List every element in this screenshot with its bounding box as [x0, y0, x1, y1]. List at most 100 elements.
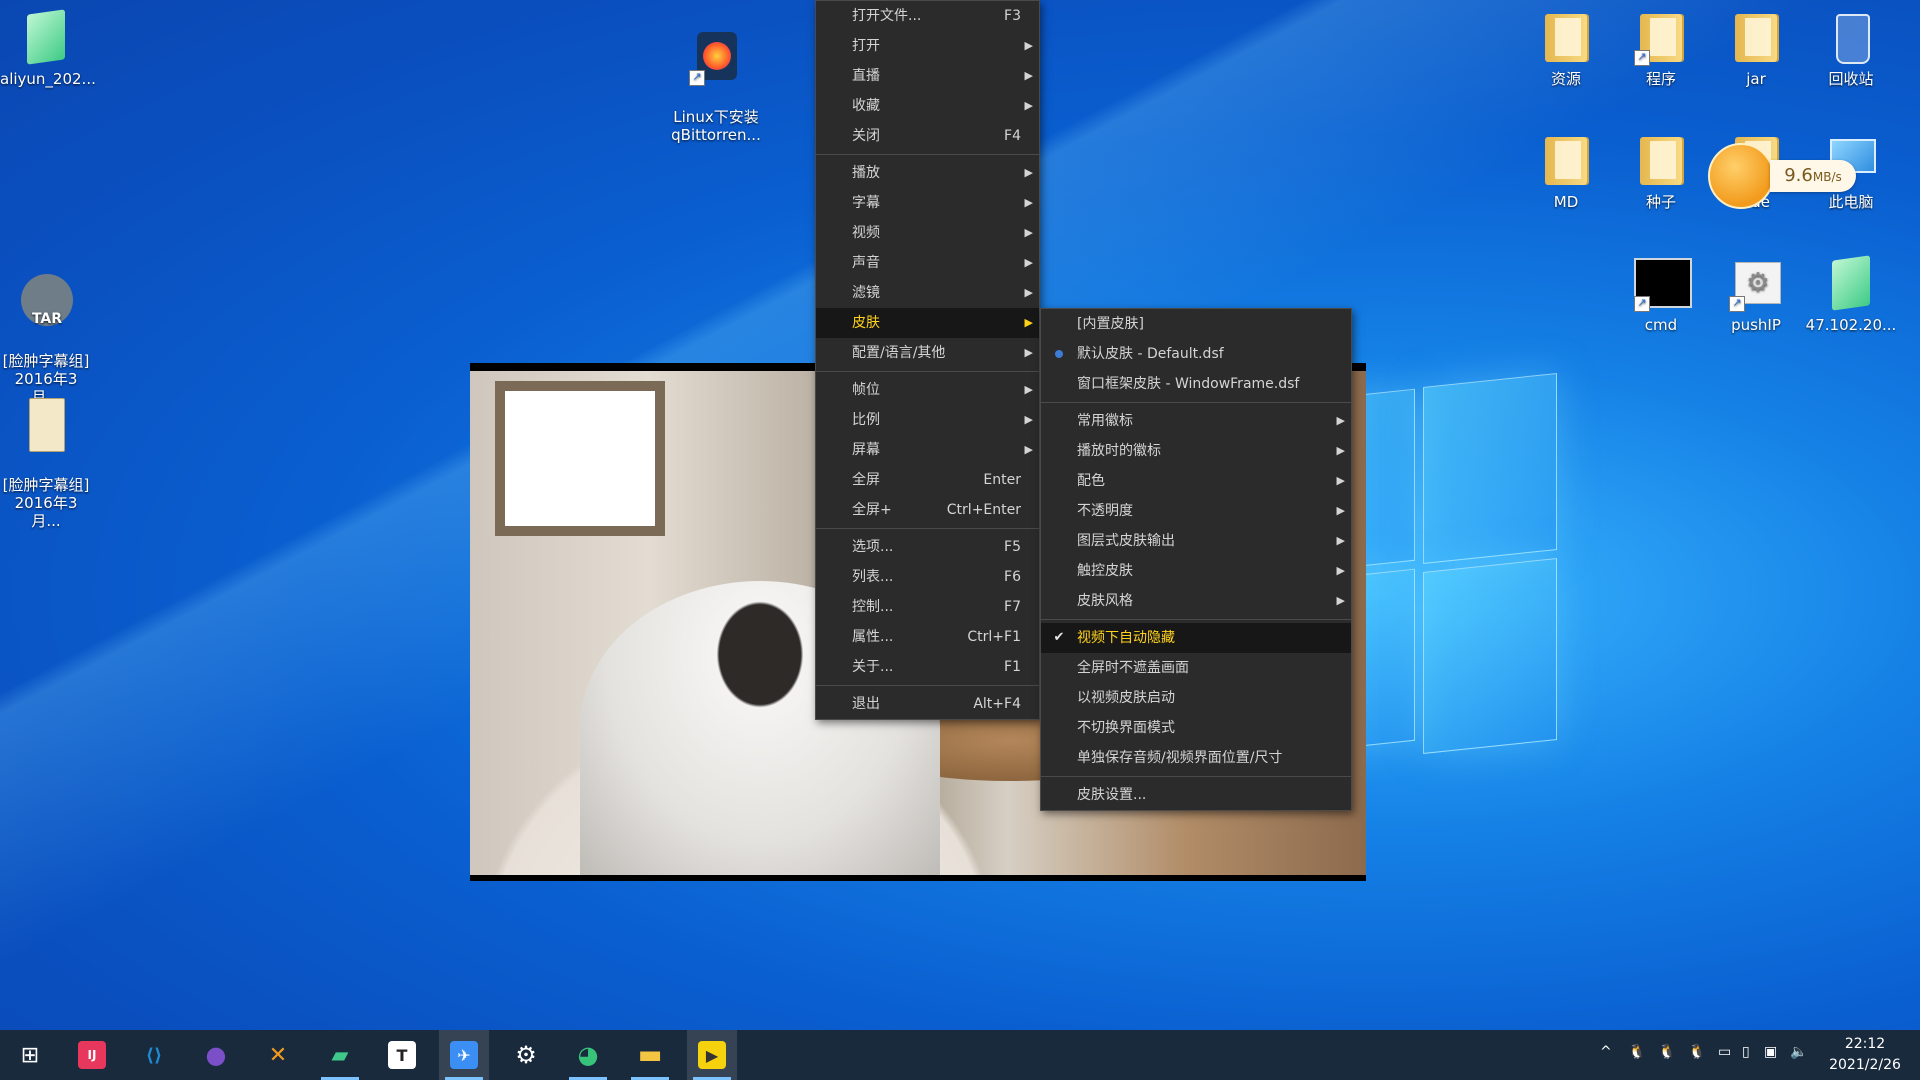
pen-icon[interactable]: ▯ [1742, 1044, 1750, 1060]
video-window-frame [495, 381, 665, 536]
menu-item-config-language-other[interactable]: 配置/语言/其他 ▶ [816, 338, 1039, 368]
desktop-icon-recycle-bin[interactable]: 回收站 [1805, 8, 1897, 88]
taskbar-app-browser[interactable]: ◕ [563, 1030, 613, 1080]
menu-item-label: 屏幕 [852, 442, 880, 458]
submenu-arrow-icon: ▶ [1336, 564, 1345, 577]
desktop-icon-torrents[interactable]: 种子 [1615, 131, 1707, 211]
taskbar-app-xshell[interactable]: ✕ [253, 1030, 303, 1080]
qq-tray-icon[interactable]: 🐧 [1628, 1044, 1645, 1060]
skin-item-skin-settings[interactable]: 皮肤设置... [1041, 780, 1351, 810]
skin-item-builtin-skins[interactable]: [内置皮肤] [1041, 309, 1351, 339]
menu-item-label: 打开文件... [852, 8, 922, 24]
desktop-icon-label: MD [1553, 193, 1579, 211]
menu-item-audio[interactable]: 声音 ▶ [816, 248, 1039, 278]
menu-item-fullscreen[interactable]: 全屏 Enter [816, 465, 1039, 495]
menu-item-open[interactable]: 打开 ▶ [816, 31, 1039, 61]
menu-shortcut: F7 [1004, 599, 1021, 615]
menu-item-label: 全屏时不遮盖画面 [1077, 660, 1189, 676]
menu-separator [1041, 619, 1351, 620]
clock[interactable]: 22:12 2021/2/26 [1820, 1034, 1910, 1076]
menu-item-options[interactable]: 选项... F5 [816, 532, 1039, 562]
menu-item-label: 退出 [852, 696, 880, 712]
system-tray: ^ 🐧 🐧 🐧 ▭ ▯ ▣ 🔈 22:12 2021/2/26 [1600, 1030, 1920, 1080]
skin-item-no-cover-fullscreen[interactable]: 全屏时不遮盖画面 [1041, 653, 1351, 683]
menu-item-video[interactable]: 视频 ▶ [816, 218, 1039, 248]
desktop-icon-resources[interactable]: 资源 [1520, 8, 1612, 88]
skin-item-start-with-video-skin[interactable]: 以视频皮肤启动 [1041, 683, 1351, 713]
menu-item-subtitles[interactable]: 字幕 ▶ [816, 188, 1039, 218]
desktop-icon-programs[interactable]: ↗ 程序 [1615, 8, 1707, 88]
desktop-icon-puship[interactable]: ⚙ ↗ pushIP [1710, 254, 1802, 334]
skin-item-color-scheme[interactable]: 配色 ▶ [1041, 466, 1351, 496]
submenu-arrow-icon: ▶ [1336, 594, 1345, 607]
menu-separator [816, 154, 1039, 155]
skin-item-playback-logo[interactable]: 播放时的徽标 ▶ [1041, 436, 1351, 466]
desktop-icon-aliyun[interactable]: aliyun_202... [0, 8, 96, 88]
menu-shortcut: F4 [1004, 128, 1021, 144]
qq-tray-icon[interactable]: 🐧 [1688, 1044, 1705, 1060]
volume-icon[interactable]: 🔈 [1790, 1044, 1807, 1060]
skin-submenu: [内置皮肤] 默认皮肤 - Default.dsf 窗口框架皮肤 - Windo… [1040, 308, 1352, 811]
desktop-icon-jar[interactable]: jar [1710, 8, 1802, 88]
menu-item-label: 比例 [852, 412, 880, 428]
battery-icon[interactable]: ▭ [1718, 1044, 1731, 1060]
taskbar-app-vscode[interactable]: ⟨⟩ [129, 1030, 179, 1080]
skin-item-common-logo[interactable]: 常用徽标 ▶ [1041, 406, 1351, 436]
menu-item-live[interactable]: 直播 ▶ [816, 61, 1039, 91]
menu-item-frame-position[interactable]: 帧位 ▶ [816, 375, 1039, 405]
menu-item-screen[interactable]: 屏幕 ▶ [816, 435, 1039, 465]
menu-item-control[interactable]: 控制... F7 [816, 592, 1039, 622]
menu-shortcut: Alt+F4 [973, 696, 1021, 712]
skin-item-window-frame[interactable]: 窗口框架皮肤 - WindowFrame.dsf [1041, 369, 1351, 399]
desktop-icon-cmd[interactable]: ↗ cmd [1615, 254, 1707, 334]
network-speed-readout: 9.6MB/s [1770, 160, 1856, 192]
taskbar-app-potplayer[interactable]: ▶ [687, 1030, 737, 1080]
menu-item-playlist[interactable]: 列表... F6 [816, 562, 1039, 592]
skin-item-skin-style[interactable]: 皮肤风格 ▶ [1041, 586, 1351, 616]
skin-item-no-mode-switch[interactable]: 不切换界面模式 [1041, 713, 1351, 743]
menu-item-properties[interactable]: 属性... Ctrl+F1 [816, 622, 1039, 652]
network-icon[interactable]: ▣ [1764, 1044, 1777, 1060]
desktop-icon-server-ip[interactable]: 47.102.20... [1805, 254, 1897, 334]
menu-item-label: 关于... [852, 659, 894, 675]
desktop-icon-linux-qbittorrent[interactable]: ↗ Linux下安装 qBittorren... [666, 10, 766, 162]
skin-item-default[interactable]: 默认皮肤 - Default.dsf [1041, 339, 1351, 369]
skin-item-layered-output[interactable]: 图层式皮肤输出 ▶ [1041, 526, 1351, 556]
menu-item-favorites[interactable]: 收藏 ▶ [816, 91, 1039, 121]
skin-item-auto-hide-under-video[interactable]: ✔ 视频下自动隐藏 [1041, 623, 1351, 653]
menu-item-skin[interactable]: 皮肤 ▶ [816, 308, 1039, 338]
tray-expand-icon[interactable]: ^ [1600, 1044, 1612, 1060]
tar-archive-icon: TAR [21, 274, 73, 327]
menu-item-label: 控制... [852, 599, 894, 615]
taskbar-app-feishu[interactable]: ✈ [439, 1030, 489, 1080]
menu-item-playback[interactable]: 播放 ▶ [816, 158, 1039, 188]
menu-item-open-file[interactable]: 打开文件... F3 [816, 1, 1039, 31]
menu-item-label: 配置/语言/其他 [852, 345, 946, 361]
skin-item-opacity[interactable]: 不透明度 ▶ [1041, 496, 1351, 526]
menu-item-fullscreen-plus[interactable]: 全屏+ Ctrl+Enter [816, 495, 1039, 525]
desktop-icon-label: pushIP [1731, 316, 1781, 334]
menu-item-close[interactable]: 关闭 F4 [816, 121, 1039, 151]
start-button[interactable]: ⊞ [5, 1030, 55, 1080]
taskbar-app-typora[interactable]: T [377, 1030, 427, 1080]
taskbar-app-file-explorer[interactable]: ▬ [625, 1030, 675, 1080]
submenu-arrow-icon: ▶ [1024, 196, 1033, 209]
taskbar-app-intellij[interactable]: IJ [67, 1030, 117, 1080]
desktop-icon-label: 回收站 [1828, 70, 1874, 88]
menu-item-filters[interactable]: 滤镜 ▶ [816, 278, 1039, 308]
desktop-icon-tar-2[interactable]: [脸肿字幕组] 2016年3月... [0, 378, 92, 548]
submenu-arrow-icon: ▶ [1024, 346, 1033, 359]
desktop-icon-md[interactable]: MD [1520, 131, 1612, 211]
taskbar-app-settings[interactable]: ⚙ [501, 1030, 551, 1080]
network-speed-widget-icon[interactable] [1708, 143, 1774, 209]
menu-item-exit[interactable]: 退出 Alt+F4 [816, 689, 1039, 719]
qq-tray-icon[interactable]: 🐧 [1658, 1044, 1675, 1060]
menu-item-about[interactable]: 关于... F1 [816, 652, 1039, 682]
menu-item-label: 皮肤 [852, 315, 880, 331]
menu-item-aspect-ratio[interactable]: 比例 ▶ [816, 405, 1039, 435]
potplayer-icon: ▶ [698, 1041, 726, 1069]
taskbar-app-notepad[interactable]: ▰ [315, 1030, 365, 1080]
taskbar-app-github[interactable]: ● [191, 1030, 241, 1080]
skin-item-save-position-size[interactable]: 单独保存音频/视频界面位置/尺寸 [1041, 743, 1351, 773]
skin-item-touch-skin[interactable]: 触控皮肤 ▶ [1041, 556, 1351, 586]
